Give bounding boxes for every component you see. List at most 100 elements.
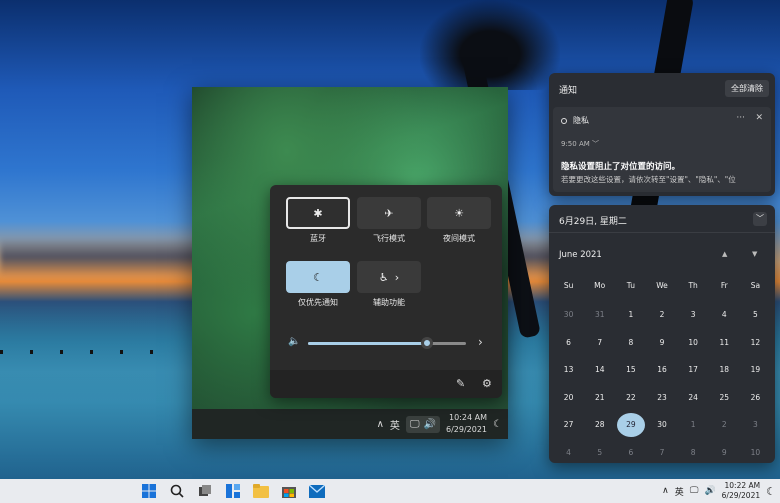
taskbar-clock[interactable]: 10:22 AM 6/29/2021 [722,481,760,501]
calendar-day[interactable]: 9 [646,329,677,357]
calendar-day[interactable]: 30 [553,301,584,329]
close-icon[interactable]: ✕ [755,113,763,123]
speaker-icon[interactable]: 🔈 [288,336,300,347]
notification-body: 若要更改这些设置，请依次转至"设置"、"隐私"、"位 [561,175,736,184]
calendar-day[interactable]: 7 [584,329,615,357]
calendar-day[interactable]: 17 [678,356,709,384]
calendar-day[interactable]: 7 [646,439,677,467]
calendar-day[interactable]: 3 [678,301,709,329]
file-explorer-icon[interactable] [252,482,270,500]
calendar-day[interactable]: 11 [709,329,740,357]
network-icon[interactable]: 🖵 [690,486,699,496]
volume-output-chevron-icon[interactable]: › [478,335,483,349]
calendar-day[interactable]: 16 [646,356,677,384]
calendar-day[interactable]: 6 [553,329,584,357]
calendar-day-number: 10 [750,447,761,457]
task-view-icon[interactable] [196,482,214,500]
calendar-day[interactable]: 23 [646,384,677,412]
focus-assist-icon[interactable]: ☾ [493,419,502,430]
calendar-day[interactable]: 8 [678,439,709,467]
calendar-day[interactable]: 1 [678,411,709,439]
volume-row: 🔈 › [288,335,488,351]
notification-card[interactable]: 隐私 ··· ✕ 9:50 AM ﹀ 隐私设置阻止了对位置的访问。 若要更改这些… [553,107,771,192]
calendar-day[interactable]: 13 [553,356,584,384]
calendar-day-number: 4 [721,310,727,320]
calendar-month-label[interactable]: June 2021 [559,250,602,260]
preview-clock[interactable]: 10:24 AM 6/29/2021 [446,412,487,436]
calendar-day[interactable]: 1 [615,301,646,329]
next-month-icon[interactable]: ▼ [752,250,757,258]
chevron-up-icon[interactable]: ∧ [377,419,384,430]
ime-indicator[interactable]: 英 [675,485,684,498]
quick-tile-button[interactable]: ☾ [286,261,350,293]
weekday-label: Su [563,281,574,290]
calendar-day[interactable]: 28 [584,411,615,439]
quick-tile-button[interactable]: ✱ [286,197,350,229]
notification-time[interactable]: 9:50 AM ﹀ [561,139,599,149]
notification-app: 隐私 [561,115,589,126]
calendar-day[interactable]: 6 [615,439,646,467]
quick-tile: ♿ › 辅助功能 [357,261,421,308]
calendar-day[interactable]: 27 [553,411,584,439]
calendar-day-number: 25 [719,392,730,402]
widgets-icon[interactable] [224,482,242,500]
calendar-day[interactable]: 5 [584,439,615,467]
calendar-day[interactable]: 4 [553,439,584,467]
calendar-day[interactable]: 24 [678,384,709,412]
calendar-day[interactable]: 9 [709,439,740,467]
previous-month-icon[interactable]: ▲ [722,250,727,258]
chevron-up-icon[interactable]: ∧ [662,486,669,496]
calendar-day[interactable]: 30 [646,411,677,439]
calendar-day[interactable]: 18 [709,356,740,384]
calendar-day[interactable]: 8 [615,329,646,357]
notification-app-name: 隐私 [573,116,589,125]
calendar-day[interactable]: 20 [553,384,584,412]
clear-all-button[interactable]: 全部清除 [725,80,769,97]
collapse-chevron-icon[interactable]: ﹀ [753,212,767,226]
mail-icon[interactable] [308,482,326,500]
store-icon[interactable] [280,482,298,500]
calendar-day-number: 9 [659,337,665,347]
windows-start-icon[interactable] [140,482,158,500]
calendar-day[interactable]: 2 [709,411,740,439]
calendar-day-number: 28 [594,420,605,430]
calendar-day[interactable]: 4 [709,301,740,329]
quick-tile-label: 飞行模式 [373,234,405,243]
focus-assist-icon[interactable]: ☾ [766,485,776,498]
calendar-day-number: 22 [626,392,636,402]
chevron-right-icon[interactable]: › [395,271,399,284]
calendar-day[interactable]: 19 [740,356,771,384]
calendar-day[interactable]: 14 [584,356,615,384]
quick-settings-panel: ✱ 蓝牙 ✈ 飞行模式 ☀ 夜间模式 ☾ 仅优先通知 ♿ › 辅助功能 🔈 › ✎ ⚙ [270,185,502,398]
moon-icon: ☾ [313,270,323,284]
calendar-day[interactable]: 10 [678,329,709,357]
network-volume-button[interactable]: 🖵 🔊 [405,415,440,433]
calendar-day-number: 5 [597,447,603,457]
search-icon[interactable] [168,482,186,500]
calendar-day[interactable]: 26 [740,384,771,412]
calendar-day[interactable]: 15 [615,356,646,384]
quick-tile-button[interactable]: ☀ [427,197,491,229]
calendar-day[interactable]: 21 [584,384,615,412]
edit-pencil-icon[interactable]: ✎ [456,377,465,390]
volume-thumb[interactable] [420,337,433,349]
quick-tile-label: 仅优先通知 [298,298,338,307]
calendar-day[interactable]: 22 [615,384,646,412]
quick-tile: ✱ 蓝牙 [286,197,350,244]
calendar-day[interactable]: 31 [584,301,615,329]
calendar-day[interactable]: 12 [740,329,771,357]
calendar-day[interactable]: 10 [740,439,771,467]
calendar-day[interactable]: 25 [709,384,740,412]
quick-tile-button[interactable]: ♿ › [357,261,421,293]
volume-icon[interactable]: 🔊 [704,486,715,496]
calendar-day-today[interactable]: 29 [615,411,646,439]
calendar-day[interactable]: 2 [646,301,677,329]
more-options-icon[interactable]: ··· [736,113,745,123]
calendar-day-number: 14 [594,365,605,375]
settings-gear-icon[interactable]: ⚙ [482,377,492,390]
calendar-day[interactable]: 5 [740,301,771,329]
ime-indicator[interactable]: 英 [390,417,400,432]
volume-slider[interactable] [308,337,466,349]
calendar-day[interactable]: 3 [740,411,771,439]
quick-tile-button[interactable]: ✈ [357,197,421,229]
